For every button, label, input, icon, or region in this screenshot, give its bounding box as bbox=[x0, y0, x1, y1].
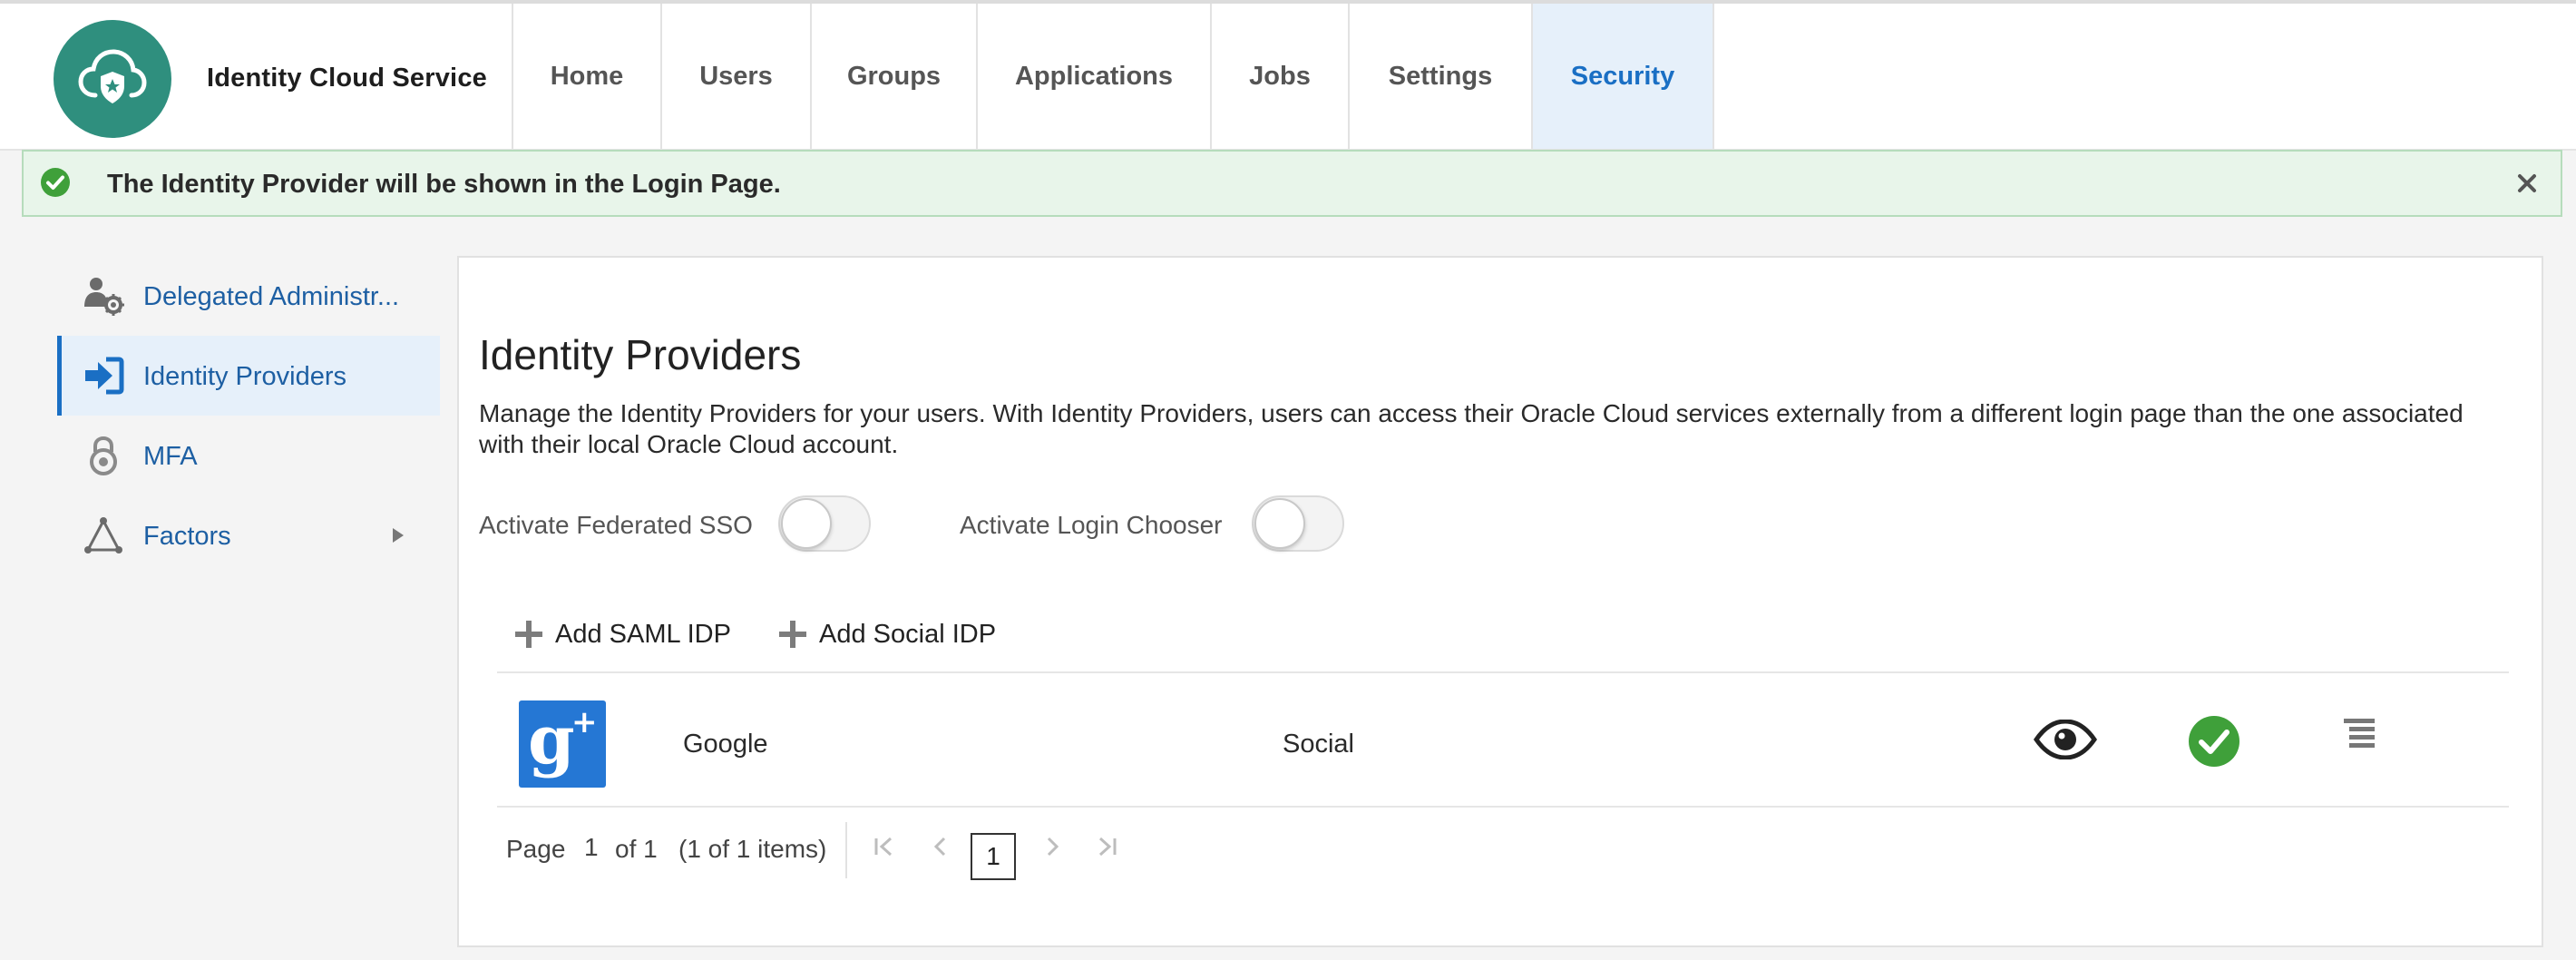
triangle-nodes-icon bbox=[84, 517, 122, 553]
page-number-button[interactable]: 1 bbox=[971, 833, 1016, 880]
add-social-idp-button[interactable]: Add Social IDP bbox=[779, 616, 996, 652]
sidebar-item-identity-providers[interactable]: Identity Providers bbox=[57, 336, 440, 416]
table-row[interactable]: g + Google Social bbox=[497, 673, 2509, 806]
federated-sso-toggle[interactable] bbox=[778, 495, 871, 552]
sidebar-item-label: MFA bbox=[143, 442, 198, 471]
tab-label: Jobs bbox=[1249, 61, 1311, 91]
pager-separator bbox=[845, 822, 847, 878]
banner-message: The Identity Provider will be shown in t… bbox=[107, 170, 781, 199]
sidebar-item-label: Identity Providers bbox=[143, 362, 347, 391]
page-of-text: of 1 bbox=[615, 835, 658, 863]
page-word: Page bbox=[506, 835, 566, 863]
tab-security[interactable]: Security bbox=[1531, 4, 1714, 149]
tab-groups[interactable]: Groups bbox=[810, 4, 976, 149]
sign-in-arrow-icon bbox=[85, 357, 124, 395]
app-header: Identity Cloud Service Home Users Groups… bbox=[0, 4, 2576, 151]
sidebar-item-mfa[interactable]: MFA bbox=[57, 416, 440, 495]
sidebar-item-factors[interactable]: Factors bbox=[57, 495, 440, 575]
button-label: Add SAML IDP bbox=[555, 619, 731, 649]
toggle-knob bbox=[1254, 498, 1305, 549]
login-chooser-toggle[interactable] bbox=[1252, 495, 1344, 552]
google-plus-logo: g + bbox=[519, 700, 606, 788]
login-chooser-label: Activate Login Chooser bbox=[960, 511, 1223, 539]
sidebar-item-delegated-administration[interactable]: Delegated Administr... bbox=[57, 256, 440, 336]
idp-type: Social bbox=[1283, 730, 1354, 759]
first-page-icon[interactable] bbox=[871, 833, 898, 860]
tab-label: Settings bbox=[1388, 61, 1493, 91]
sidebar-item-label: Delegated Administr... bbox=[143, 282, 400, 311]
next-page-icon[interactable] bbox=[1039, 833, 1066, 860]
logo-plus: + bbox=[571, 704, 598, 740]
identity-cloud-logo[interactable] bbox=[54, 20, 171, 138]
button-label: Add Social IDP bbox=[819, 619, 997, 649]
logo-letter: g bbox=[528, 701, 575, 779]
main-nav: Home Users Groups Applications Jobs Sett… bbox=[512, 4, 1714, 149]
sidebar-item-label: Factors bbox=[143, 522, 231, 551]
caret-right-icon[interactable] bbox=[392, 527, 405, 544]
tab-label: Users bbox=[699, 61, 773, 91]
tab-settings[interactable]: Settings bbox=[1348, 4, 1531, 149]
tab-label: Applications bbox=[1014, 61, 1173, 91]
page-description: Manage the Identity Providers for your u… bbox=[479, 399, 2464, 458]
toggle-knob bbox=[781, 498, 832, 549]
close-icon[interactable] bbox=[2515, 171, 2539, 195]
admin-gear-icon bbox=[84, 278, 124, 316]
plus-icon bbox=[515, 621, 542, 648]
page-current-input[interactable]: 1 bbox=[584, 833, 599, 862]
tab-label: Groups bbox=[846, 61, 942, 91]
tab-label: Home bbox=[550, 61, 624, 91]
check-circle-icon bbox=[41, 168, 70, 197]
previous-page-icon[interactable] bbox=[927, 833, 954, 860]
last-page-icon[interactable] bbox=[1093, 833, 1120, 860]
lock-icon bbox=[90, 436, 117, 475]
tab-users[interactable]: Users bbox=[660, 4, 810, 149]
tab-applications[interactable]: Applications bbox=[976, 4, 1210, 149]
tab-jobs[interactable]: Jobs bbox=[1210, 4, 1348, 149]
eye-icon[interactable] bbox=[2034, 720, 2097, 759]
cloud-shield-icon bbox=[78, 49, 147, 103]
pagination: Page 1 of 1 (1 of 1 items) 1 bbox=[497, 813, 1313, 880]
check-circle-icon[interactable] bbox=[2188, 715, 2240, 768]
federated-sso-label: Activate Federated SSO bbox=[479, 511, 753, 539]
idp-name: Google bbox=[683, 730, 768, 759]
main-panel: Identity Providers Manage the Identity P… bbox=[457, 256, 2543, 947]
tab-home[interactable]: Home bbox=[512, 4, 660, 149]
table-divider bbox=[497, 806, 2509, 808]
page-items-text: (1 of 1 items) bbox=[678, 835, 827, 863]
add-saml-idp-button[interactable]: Add SAML IDP bbox=[515, 616, 731, 652]
menu-icon[interactable] bbox=[2344, 719, 2375, 748]
plus-icon bbox=[779, 621, 806, 648]
page-title: Identity Providers bbox=[479, 331, 802, 378]
success-banner: The Identity Provider will be shown in t… bbox=[22, 150, 2562, 217]
app-title: Identity Cloud Service bbox=[207, 64, 487, 93]
tab-label: Security bbox=[1570, 61, 1675, 91]
sidebar: Delegated Administr... Identity Provider… bbox=[57, 256, 440, 575]
